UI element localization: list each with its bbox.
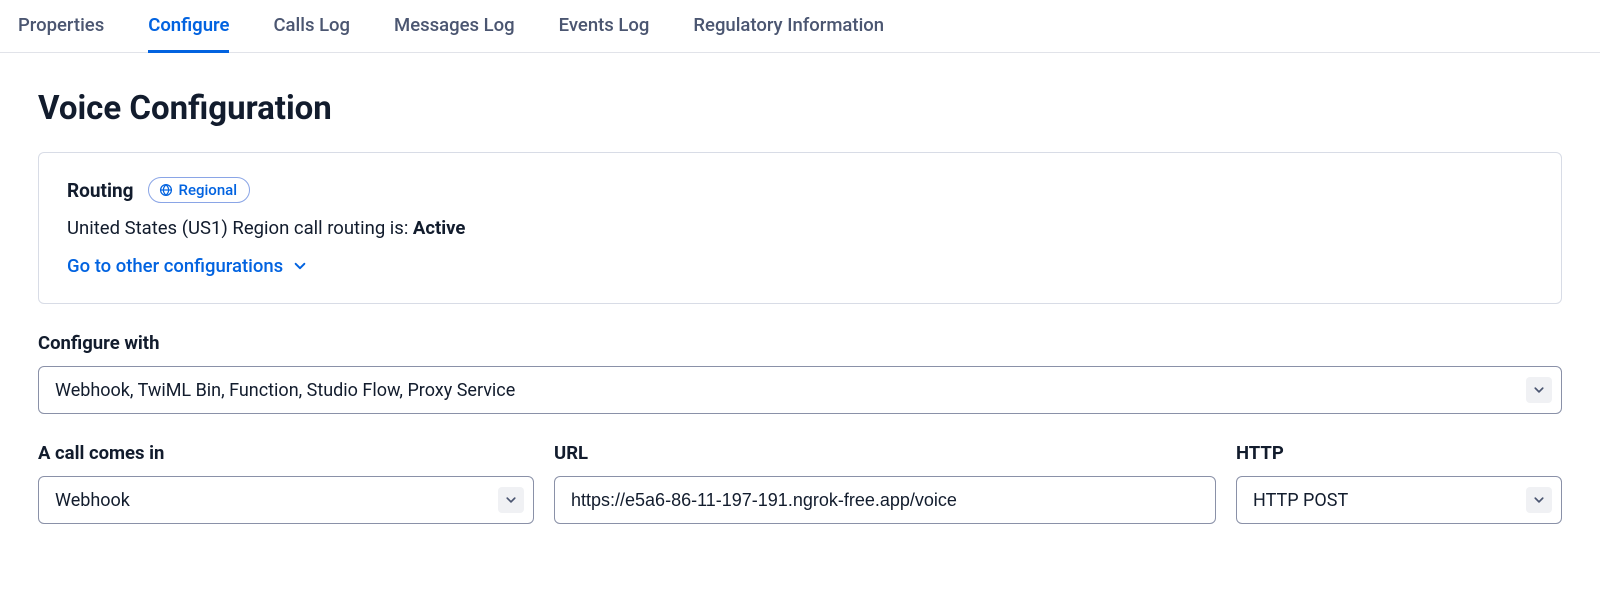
url-col: URL — [554, 442, 1216, 524]
globe-icon — [159, 183, 173, 197]
tab-properties[interactable]: Properties — [18, 0, 104, 52]
regional-badge-label: Regional — [179, 181, 238, 199]
http-col: HTTP HTTP POST — [1236, 442, 1562, 524]
routing-status: Active — [413, 217, 465, 239]
http-value: HTTP POST — [1253, 490, 1348, 511]
other-configurations-link[interactable]: Go to other configurations — [67, 255, 307, 277]
routing-heading: Routing — [67, 179, 134, 202]
main-content: Voice Configuration Routing Regional — [0, 53, 1600, 524]
other-configurations-label: Go to other configurations — [67, 255, 283, 277]
configure-with-value: Webhook, TwiML Bin, Function, Studio Flo… — [55, 380, 515, 401]
call-comes-in-value: Webhook — [55, 490, 130, 511]
page-title: Voice Configuration — [10, 89, 1590, 128]
tab-configure[interactable]: Configure — [148, 0, 229, 52]
call-comes-in-select[interactable]: Webhook — [38, 476, 534, 524]
url-label: URL — [554, 442, 1216, 464]
call-comes-in-col: A call comes in Webhook — [38, 442, 534, 524]
tabs: Properties Configure Calls Log Messages … — [0, 0, 1600, 53]
tab-calls-log[interactable]: Calls Log — [273, 0, 350, 52]
chevron-down-icon — [293, 259, 307, 273]
tab-messages-log[interactable]: Messages Log — [394, 0, 515, 52]
call-comes-in-label: A call comes in — [38, 442, 534, 464]
url-input[interactable] — [554, 476, 1216, 524]
tab-regulatory-information[interactable]: Regulatory Information — [693, 0, 884, 52]
tab-events-log[interactable]: Events Log — [559, 0, 650, 52]
configure-with-select-wrap: Webhook, TwiML Bin, Function, Studio Flo… — [38, 366, 1562, 414]
http-select[interactable]: HTTP POST — [1236, 476, 1562, 524]
configure-with-select[interactable]: Webhook, TwiML Bin, Function, Studio Flo… — [38, 366, 1562, 414]
regional-badge[interactable]: Regional — [148, 177, 251, 203]
routing-desc-text: United States (US1) Region call routing … — [67, 217, 413, 239]
call-config-row: A call comes in Webhook URL HTTP HTTP — [10, 442, 1590, 524]
routing-card: Routing Regional United States (US1) Reg… — [38, 152, 1562, 304]
configure-with-label: Configure with — [10, 332, 1590, 354]
routing-desc: United States (US1) Region call routing … — [67, 217, 1533, 239]
http-label: HTTP — [1236, 442, 1562, 464]
